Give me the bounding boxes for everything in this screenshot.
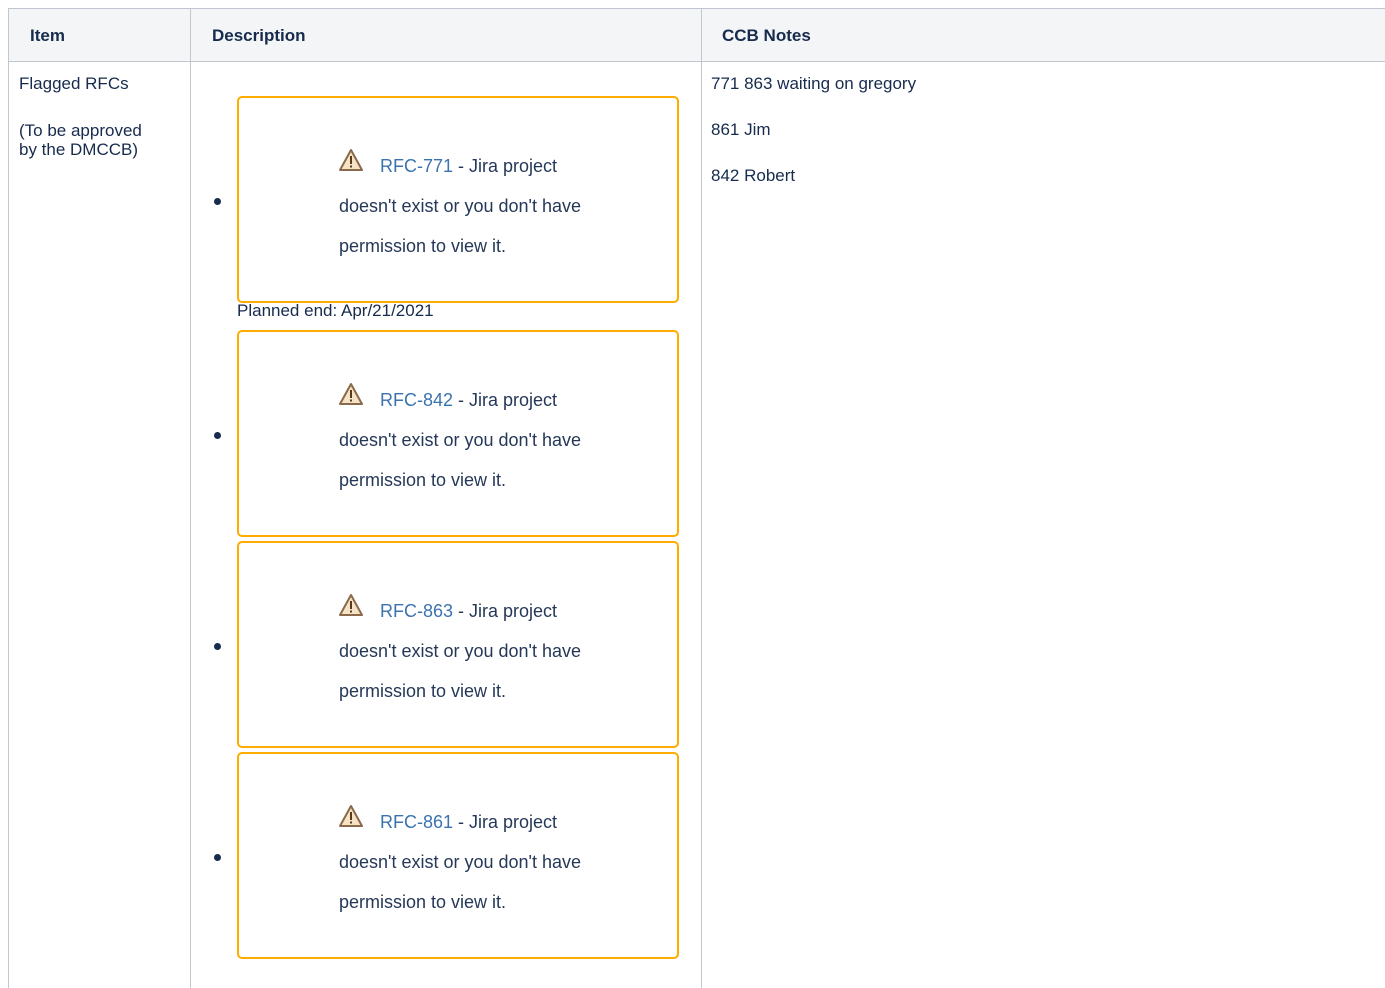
jira-error-text: doesn't exist or you don't have xyxy=(339,196,582,216)
rfc-table: Item Description CCB Notes xyxy=(8,8,1385,988)
jira-issue-macro: RFC-771 - Jira project doesn't exist or … xyxy=(237,96,679,303)
item-title: Flagged RFCs xyxy=(19,74,129,93)
jira-issue-line: RFC-842 - Jira project xyxy=(339,383,558,412)
jira-error-text: permission to view it. xyxy=(339,470,507,490)
warning-triangle-icon xyxy=(339,594,363,616)
jira-error-text: - Jira project xyxy=(453,156,558,176)
jira-issue-line: RFC-863 - Jira project xyxy=(339,594,558,623)
jira-issue-macro: RFC-861 - Jira project doesn't exist or … xyxy=(237,752,679,959)
header-description: Description xyxy=(212,26,306,45)
bullet-icon xyxy=(214,198,221,205)
warning-triangle-icon xyxy=(339,383,363,405)
warning-triangle-icon xyxy=(339,805,363,827)
bullet-icon xyxy=(214,854,221,861)
jira-issue-line: RFC-771 - Jira project xyxy=(339,149,558,178)
jira-error-text: permission to view it. xyxy=(339,892,507,912)
jira-error-text: doesn't exist or you don't have xyxy=(339,430,582,450)
jira-error-text: permission to view it. xyxy=(339,236,507,256)
jira-error-text: - Jira project xyxy=(453,601,558,621)
ccb-note: 771 863 waiting on gregory xyxy=(711,74,917,93)
rfc-issue-link[interactable]: RFC-842 xyxy=(380,390,453,410)
jira-issue-macro: RFC-863 - Jira project doesn't exist or … xyxy=(237,541,679,748)
jira-error-text: permission to view it. xyxy=(339,681,507,701)
jira-issue-line: RFC-861 - Jira project xyxy=(339,805,558,834)
ccb-note: 861 Jim xyxy=(711,120,771,139)
item-subtitle-line1: (To be approved xyxy=(19,121,142,140)
column-divider xyxy=(190,9,191,988)
column-divider xyxy=(701,9,702,988)
table-header-row: Item Description CCB Notes xyxy=(9,9,1385,62)
header-item: Item xyxy=(30,26,65,45)
jira-error-text: - Jira project xyxy=(453,390,558,410)
bullet-icon xyxy=(214,643,221,650)
warning-triangle-icon xyxy=(339,149,363,171)
bullet-icon xyxy=(214,432,221,439)
item-subtitle-line2: by the DMCCB) xyxy=(19,140,139,159)
jira-issue-macro: RFC-842 - Jira project doesn't exist or … xyxy=(237,330,679,537)
jira-error-text: doesn't exist or you don't have xyxy=(339,852,582,872)
header-ccb-notes: CCB Notes xyxy=(722,26,811,45)
planned-end-date: Planned end: Apr/21/2021 xyxy=(237,301,434,320)
jira-error-text: doesn't exist or you don't have xyxy=(339,641,582,661)
rfc-issue-link[interactable]: RFC-863 xyxy=(380,601,453,621)
item-subtitle: (To be approved by the DMCCB) xyxy=(19,121,142,159)
ccb-note: 842 Robert xyxy=(711,166,796,185)
rfc-issue-link[interactable]: RFC-771 xyxy=(380,156,453,176)
jira-error-text: - Jira project xyxy=(453,812,558,832)
rfc-issue-link[interactable]: RFC-861 xyxy=(380,812,453,832)
